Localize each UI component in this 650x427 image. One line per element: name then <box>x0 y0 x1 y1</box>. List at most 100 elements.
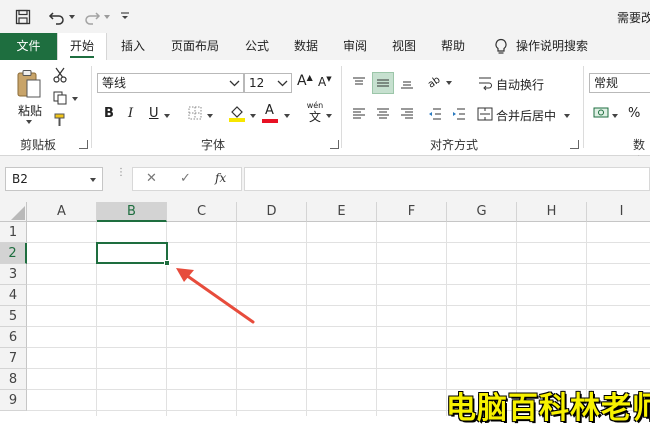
merge-center-button[interactable]: 合并后居中 <box>496 107 556 124</box>
row-header-2[interactable]: 2 <box>0 243 27 264</box>
row-gridline <box>27 284 650 285</box>
borders-dropdown-icon[interactable] <box>207 114 213 118</box>
underline-dropdown-icon[interactable] <box>164 114 170 118</box>
lightbulb-icon <box>492 37 510 57</box>
column-header-c[interactable]: C <box>167 202 237 222</box>
selected-cell-b2[interactable] <box>96 242 168 264</box>
align-center-icon[interactable] <box>374 105 392 123</box>
decrease-indent-icon[interactable] <box>426 105 444 123</box>
grow-font-button[interactable]: A▲ <box>297 73 313 89</box>
clipboard-launcher-icon[interactable] <box>79 140 88 149</box>
increase-indent-icon[interactable] <box>450 105 468 123</box>
paste-label[interactable]: 粘贴 <box>18 102 42 119</box>
column-header-i[interactable]: I <box>587 202 650 222</box>
wrap-text-button[interactable]: 自动换行 <box>496 76 544 93</box>
bold-button[interactable]: B <box>104 106 114 121</box>
align-top-icon[interactable] <box>350 74 368 92</box>
column-header-b[interactable]: B <box>97 202 167 222</box>
tab-insert[interactable]: 插入 <box>113 33 153 60</box>
tab-review[interactable]: 审阅 <box>335 33 375 60</box>
tab-page-layout[interactable]: 页面布局 <box>165 33 225 60</box>
name-box[interactable]: B2 <box>5 167 103 191</box>
tab-view[interactable]: 视图 <box>384 33 424 60</box>
chevron-down-icon[interactable] <box>228 79 240 87</box>
chevron-down-icon[interactable] <box>276 79 288 87</box>
save-icon[interactable] <box>14 8 32 26</box>
watermark-text: 电脑百科林老师 <box>446 391 650 426</box>
accounting-dropdown-icon[interactable] <box>612 114 618 118</box>
column-header-d[interactable]: D <box>237 202 307 222</box>
ribbon-home: 粘贴 剪贴板 等线 12 A▲ A▼ B I U A wén 文 字体 ab 自… <box>0 60 650 169</box>
redo-dropdown-icon[interactable] <box>104 15 110 19</box>
format-painter-icon[interactable] <box>52 112 68 128</box>
align-middle-icon[interactable] <box>372 72 394 94</box>
group-separator <box>583 66 584 148</box>
undo-dropdown-icon[interactable] <box>69 15 75 19</box>
insert-function-icon[interactable]: fx <box>215 171 226 185</box>
confirm-icon[interactable]: ✓ <box>180 171 191 186</box>
borders-icon[interactable] <box>187 105 203 121</box>
fill-handle[interactable] <box>164 260 170 266</box>
tell-me-search[interactable]: 操作说明搜索 <box>516 33 596 60</box>
customize-toolbar-icon[interactable] <box>118 9 132 23</box>
redo-icon[interactable] <box>82 7 102 27</box>
tab-formulas[interactable]: 公式 <box>237 33 277 60</box>
column-header-f[interactable]: F <box>377 202 447 222</box>
row-header-6[interactable]: 6 <box>0 327 27 348</box>
formula-bar-grip-icon[interactable]: ⋮ <box>116 168 126 188</box>
underline-button[interactable]: U <box>149 106 159 121</box>
font-launcher-icon[interactable] <box>330 140 339 149</box>
align-left-icon[interactable] <box>350 105 368 123</box>
merge-dropdown-icon[interactable] <box>564 114 570 118</box>
row-header-1[interactable]: 1 <box>0 222 27 243</box>
number-format-combo[interactable]: 常规 <box>589 73 650 93</box>
row-header-9[interactable]: 9 <box>0 390 27 411</box>
phonetic-dropdown-icon[interactable] <box>326 114 332 118</box>
column-header-g[interactable]: G <box>447 202 517 222</box>
tab-home[interactable]: 开始 <box>57 33 107 60</box>
font-size-combo[interactable]: 12 <box>244 73 292 93</box>
font-name-value: 等线 <box>102 76 127 90</box>
name-box-dropdown-icon[interactable] <box>90 178 96 182</box>
row-header-3[interactable]: 3 <box>0 264 27 285</box>
shrink-font-button[interactable]: A▼ <box>318 75 332 89</box>
document-title: 需要改 <box>617 11 650 25</box>
cancel-icon[interactable]: ✕ <box>146 171 157 186</box>
merge-center-icon[interactable] <box>476 105 494 123</box>
row-header-5[interactable]: 5 <box>0 306 27 327</box>
percent-button[interactable]: % <box>628 106 640 121</box>
tab-help[interactable]: 帮助 <box>433 33 473 60</box>
italic-button[interactable]: I <box>128 106 133 121</box>
copy-icon[interactable] <box>52 90 68 106</box>
row-header-8[interactable]: 8 <box>0 369 27 390</box>
column-header-a[interactable]: A <box>27 202 97 222</box>
tab-file[interactable]: 文件 <box>0 33 57 60</box>
fill-color-dropdown-icon[interactable] <box>250 114 256 118</box>
font-color-button[interactable]: A <box>262 103 278 123</box>
align-bottom-icon[interactable] <box>398 74 416 92</box>
group-separator <box>91 66 92 148</box>
column-header-h[interactable]: H <box>517 202 587 222</box>
group-separator <box>341 66 342 148</box>
select-all-corner[interactable] <box>0 202 27 222</box>
wrap-text-icon[interactable] <box>476 74 494 92</box>
font-color-dropdown-icon[interactable] <box>284 114 290 118</box>
font-name-combo[interactable]: 等线 <box>97 73 244 93</box>
alignment-launcher-icon[interactable] <box>570 140 579 149</box>
undo-icon[interactable] <box>47 7 67 27</box>
cut-icon[interactable] <box>52 66 68 84</box>
formula-input[interactable] <box>244 167 650 191</box>
row-header-4[interactable]: 4 <box>0 285 27 306</box>
phonetic-guide-button[interactable]: wén 文 <box>304 101 326 125</box>
accounting-format-icon[interactable] <box>592 104 610 122</box>
row-header-7[interactable]: 7 <box>0 348 27 369</box>
title-bar: 需要改 <box>0 0 650 33</box>
fill-color-icon[interactable] <box>228 103 246 123</box>
copy-dropdown-icon[interactable] <box>72 97 78 101</box>
align-right-icon[interactable] <box>398 105 416 123</box>
tab-data[interactable]: 数据 <box>286 33 326 60</box>
column-header-e[interactable]: E <box>307 202 377 222</box>
orientation-dropdown-icon[interactable] <box>446 81 452 85</box>
paste-icon[interactable] <box>14 68 44 100</box>
paste-dropdown-icon[interactable] <box>26 120 32 124</box>
